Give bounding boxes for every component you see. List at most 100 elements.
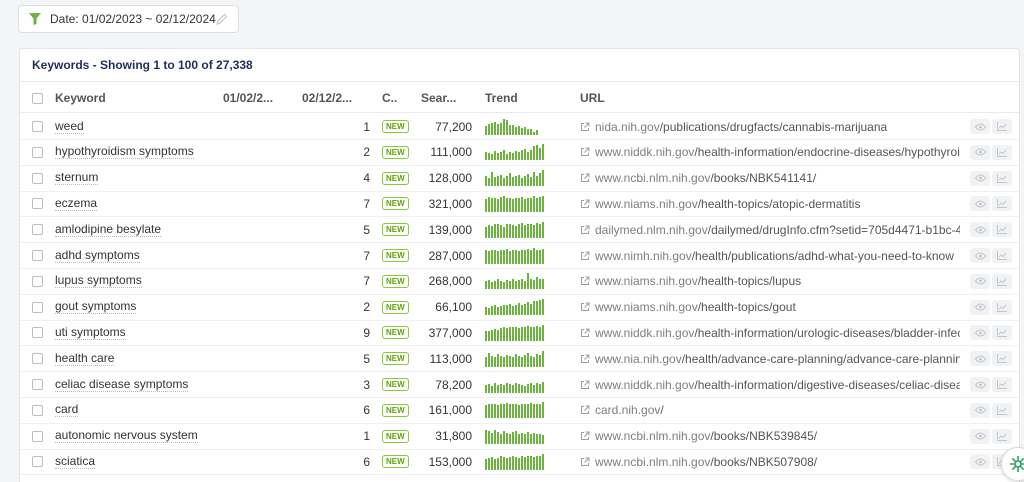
row-checkbox[interactable] (32, 327, 43, 339)
url-cell[interactable]: www.ncbi.nlm.nih.gov/books/NBK539845/ (580, 424, 960, 449)
trend-bar (542, 221, 544, 238)
column-url[interactable]: URL (580, 84, 640, 112)
chart-button[interactable] (992, 196, 1012, 212)
view-button[interactable] (970, 248, 990, 263)
view-button[interactable] (970, 273, 990, 289)
url-cell[interactable]: www.niams.nih.gov/health-topics/gout (580, 295, 960, 320)
row-checkbox[interactable] (32, 456, 43, 468)
view-button[interactable] (970, 402, 990, 418)
row-checkbox[interactable] (32, 146, 43, 158)
view-button[interactable] (970, 428, 990, 444)
keyword-link[interactable]: card (55, 403, 79, 418)
table-row[interactable]: health care 5 NEW 113,000 www.nia.nih.go… (20, 346, 1019, 373)
search-volume-cell: 128,000 (428, 171, 472, 186)
row-checkbox[interactable] (32, 172, 43, 184)
chart-button[interactable] (992, 273, 1012, 289)
view-button[interactable] (970, 170, 990, 186)
table-row[interactable]: card 6 NEW 161,000 card.nih.gov / (20, 398, 1019, 424)
view-button[interactable] (970, 454, 990, 470)
view-button[interactable] (970, 119, 990, 134)
table-row[interactable]: sciatica 6 NEW 153,000 www.ncbi.nlm.nih.… (20, 449, 1019, 476)
url-cell[interactable]: www.niams.nih.gov/health-topics/atopic-d… (580, 191, 960, 216)
trend-bar (536, 353, 538, 367)
url-cell[interactable]: www.niddk.nih.gov/health-information/dig… (580, 372, 960, 397)
url-cell[interactable]: www.niams.nih.gov/health-topics/lupus (580, 269, 960, 294)
table-row[interactable]: autonomic nervous system 1 NEW 31,800 ww… (20, 424, 1019, 450)
column-change[interactable]: C.. (382, 84, 402, 112)
keyword-link[interactable]: sciatica (55, 454, 96, 469)
url-cell[interactable]: dailymed.nlm.nih.gov/dailymed/drugInfo.c… (580, 217, 960, 242)
keyword-link[interactable]: uti symptoms (55, 325, 126, 340)
row-checkbox[interactable] (32, 404, 43, 416)
trend-bar (488, 224, 490, 238)
row-checkbox[interactable] (32, 250, 43, 261)
keyword-link[interactable]: health care (55, 351, 115, 366)
chart-button[interactable] (992, 170, 1012, 186)
chart-button[interactable] (992, 119, 1012, 134)
view-button[interactable] (970, 377, 990, 392)
url-cell[interactable]: www.ncbi.nlm.nih.gov/books/NBK507908/ (580, 449, 960, 474)
table-row[interactable]: gout symptoms 2 NEW 66,100 www.niams.nih… (20, 295, 1019, 321)
view-button[interactable] (970, 144, 990, 160)
table-row[interactable]: amlodipine besylate 5 NEW 139,000 dailym… (20, 217, 1019, 244)
chart-button[interactable] (992, 299, 1012, 315)
row-checkbox[interactable] (32, 430, 43, 442)
keyword-link[interactable]: weed (55, 119, 84, 134)
url-cell[interactable]: www.ncbi.nlm.nih.gov/books/NBK541141/ (580, 166, 960, 191)
keyword-link[interactable]: lupus symptoms (55, 274, 142, 289)
chart-button[interactable] (992, 222, 1012, 238)
column-trend[interactable]: Trend (485, 84, 545, 112)
keyword-link[interactable]: gout symptoms (55, 300, 137, 315)
url-cell[interactable]: www.niddk.nih.gov/health-information/uro… (580, 320, 960, 345)
row-checkbox[interactable] (32, 224, 43, 236)
table-row[interactable]: sternum 4 NEW 128,000 www.ncbi.nlm.nih.g… (20, 166, 1019, 192)
chart-button[interactable] (992, 325, 1012, 341)
keyword-link[interactable]: sternum (55, 171, 99, 186)
row-checkbox[interactable] (32, 121, 43, 132)
column-search-volume[interactable]: Sear... (421, 84, 471, 112)
url-cell[interactable]: nida.nih.gov/publications/drugfacts/cann… (580, 114, 960, 139)
keyword-link[interactable]: celiac disease symptoms (55, 377, 189, 392)
row-checkbox[interactable] (32, 379, 43, 390)
chart-button[interactable] (992, 351, 1012, 367)
url-cell[interactable]: www.nimh.nih.gov/health/publications/adh… (580, 243, 960, 268)
view-button[interactable] (970, 222, 990, 238)
table-row[interactable]: hypothyroidism symptoms 2 NEW 111,000 ww… (20, 140, 1019, 166)
keyword-link[interactable]: autonomic nervous system (55, 429, 198, 444)
table-row[interactable]: lupus symptoms 7 NEW 268,000 www.niams.n… (20, 269, 1019, 295)
select-all-checkbox[interactable] (32, 92, 43, 104)
table-row[interactable]: adhd symptoms 7 NEW 287,000 www.nimh.nih… (20, 243, 1019, 269)
chart-button[interactable] (992, 402, 1012, 418)
table-row[interactable]: weed 1 NEW 77,200 nida.nih.gov/publicati… (20, 114, 1019, 140)
view-button[interactable] (970, 299, 990, 315)
table-row[interactable]: eczema 7 NEW 321,000 www.niams.nih.gov/h… (20, 191, 1019, 218)
trend-bar (542, 324, 544, 341)
chart-button[interactable] (992, 428, 1012, 444)
row-checkbox[interactable] (32, 301, 43, 313)
keyword-link[interactable]: amlodipine besylate (55, 222, 162, 237)
row-checkbox[interactable] (32, 275, 43, 287)
table-row[interactable]: uti symptoms 9 NEW 377,000 www.niddk.nih… (20, 320, 1019, 347)
row-checkbox[interactable] (32, 198, 43, 210)
view-button[interactable] (970, 196, 990, 212)
column-date2[interactable]: 02/12/2... (302, 84, 362, 112)
column-keyword[interactable]: Keyword (55, 84, 205, 112)
search-volume-cell: 161,000 (428, 403, 472, 418)
keyword-link[interactable]: eczema (55, 196, 98, 211)
column-date1[interactable]: 01/02/2... (223, 84, 283, 112)
table-row[interactable]: celiac disease symptoms 3 NEW 78,200 www… (20, 372, 1019, 398)
url-cell[interactable]: card.nih.gov / (580, 398, 960, 423)
url-cell[interactable]: www.niddk.nih.gov/health-information/end… (580, 140, 960, 165)
eye-action-cell (970, 269, 990, 294)
keyword-link[interactable]: hypothyroidism symptoms (55, 145, 194, 160)
view-button[interactable] (970, 325, 990, 341)
chart-button[interactable] (992, 248, 1012, 263)
url-cell[interactable]: www.nia.nih.gov/health/advance-care-plan… (580, 346, 960, 371)
chart-button[interactable] (992, 144, 1012, 160)
chart-button[interactable] (992, 377, 1012, 392)
row-checkbox[interactable] (32, 353, 43, 365)
view-button[interactable] (970, 351, 990, 367)
date-filter-button[interactable]: Date: 01/02/2023 ~ 02/12/2024 (18, 5, 239, 33)
pencil-icon[interactable] (216, 13, 228, 25)
keyword-link[interactable]: adhd symptoms (55, 248, 140, 263)
